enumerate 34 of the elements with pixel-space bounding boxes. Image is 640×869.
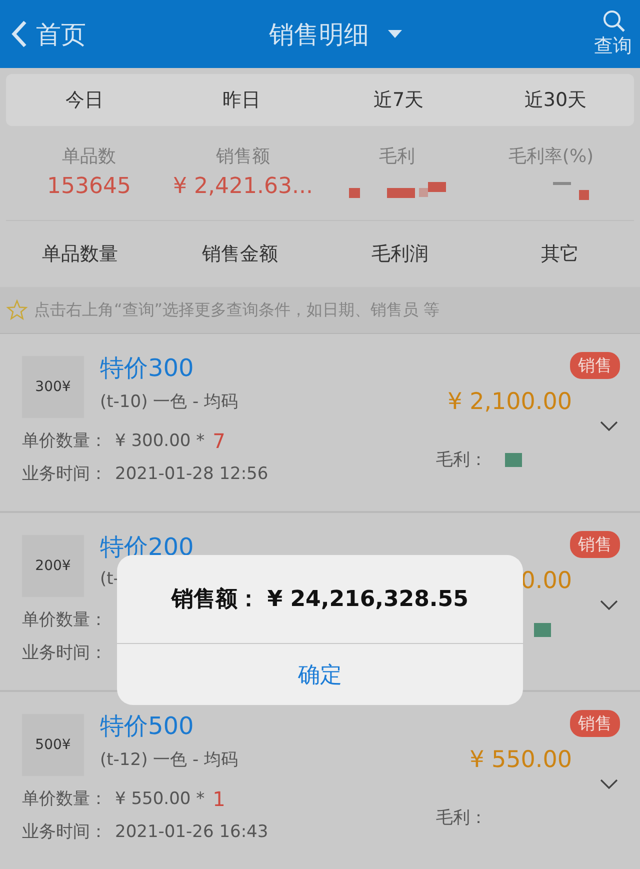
product-sku: (t-12) 一色 - 均码 [100,749,238,771]
unit-label: 单价数量： [22,788,107,810]
product-sku: (t-10) 一色 - 均码 [100,391,238,413]
profit-label: 毛利： [436,449,487,471]
business-time: 2021-01-26 16:43 [115,822,268,842]
product-name: 特价300 [100,353,195,384]
business-time: 2021-01-28 12:56 [115,464,268,484]
stat-value: 153645 [47,174,131,199]
stat-label: 销售额 [216,145,270,168]
quantity: 1 [212,786,226,810]
product-thumbnail: 300¥ [22,356,84,418]
profit-label: 毛利： [436,807,487,829]
item-amount: 0.00 [520,568,572,594]
sale-badge: 销售 [570,352,620,379]
unit-label: 单价数量： [22,430,107,452]
quantity: 7 [212,428,226,452]
hint-text: 点击右上角“查询”选择更多查询条件，如日期、销售员 等 [34,300,440,320]
time-label: 业务时间： [22,463,107,485]
unit-label: 单价数量： [22,609,107,631]
item-amount: ¥ 550.00 [470,747,572,773]
stat-label: 毛利率(%) [508,145,594,168]
sale-badge: 销售 [570,710,620,737]
item-amount: ¥ 2,100.00 [448,389,572,415]
time-label: 业务时间： [22,821,107,843]
product-thumbnail: 200¥ [22,535,84,597]
stat-label: 毛利 [379,145,415,168]
stat-label: 单品数 [62,145,116,168]
time-label: 业务时间： [22,642,107,664]
stat-value: ¥ 2,421.63... [173,174,313,199]
unit-price: ¥ 300.00 * [115,430,205,450]
unit-price: ¥ 550.00 * [115,788,205,808]
product-name: 特价500 [100,711,195,742]
product-thumbnail: 500¥ [22,714,84,776]
sale-badge: 销售 [570,531,620,558]
